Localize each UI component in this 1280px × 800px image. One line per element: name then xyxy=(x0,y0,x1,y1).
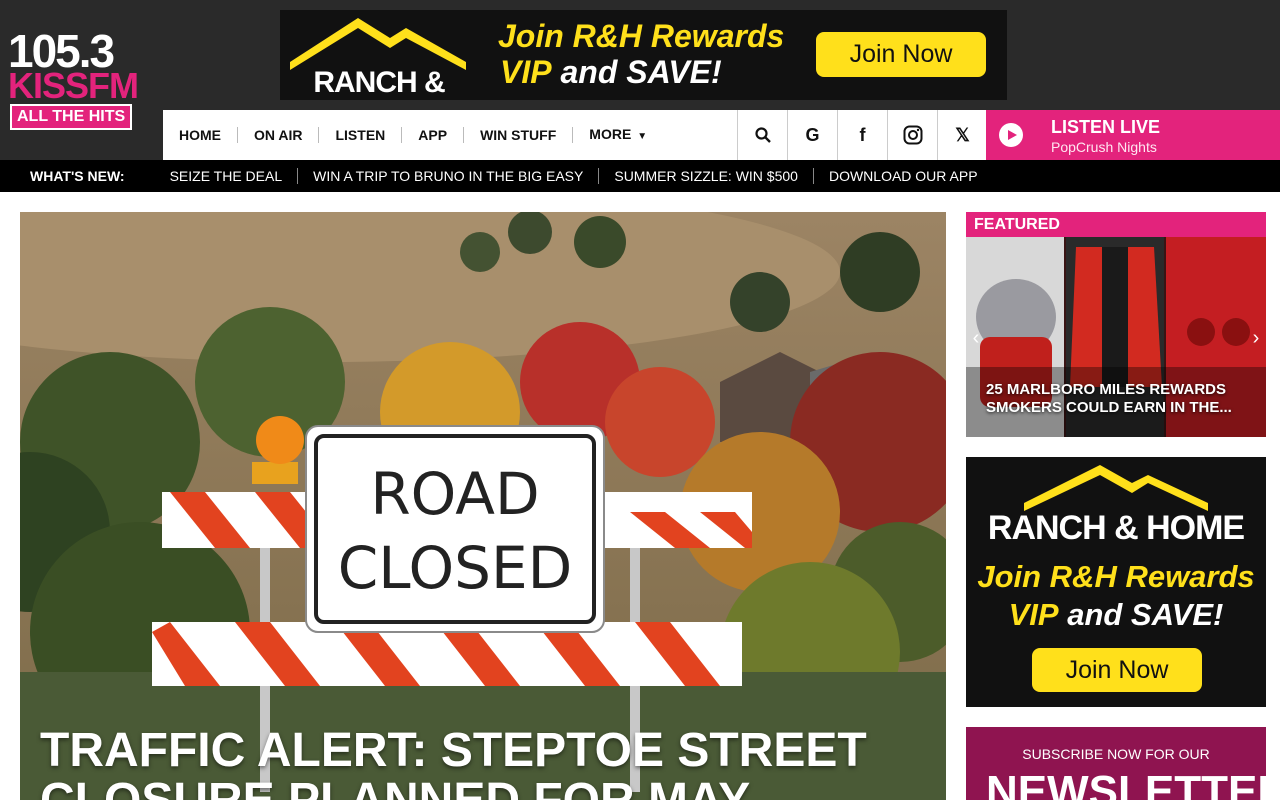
hero-article[interactable]: ROAD CLOSED TRAFFIC ALERT: STEPTOE STREE… xyxy=(20,212,946,800)
ad-subheadline: VIP and SAVE! xyxy=(1008,597,1224,632)
newsletter-subtitle: SUBSCRIBE NOW FOR OUR xyxy=(1022,746,1210,762)
nav-win-stuff[interactable]: WIN STUFF xyxy=(464,127,574,143)
ad-brand-name: RANCH & HOME xyxy=(313,66,445,99)
now-playing-show: PopCrush Nights xyxy=(1051,139,1157,155)
newsletter-title: NEWSLETTER xyxy=(986,767,1266,800)
ad-join-now-button[interactable]: Join Now xyxy=(816,32,986,77)
sidebar-ad[interactable]: RANCH & HOME Join R&H Rewards VIP and SA… xyxy=(966,457,1266,707)
site-header: 105.3 KISSFM ALL THE HITS RANCH & HOME J… xyxy=(0,0,1280,160)
listen-live-label: LISTEN LIVE xyxy=(1051,117,1161,137)
ad-headline: Join R&H Rewards xyxy=(498,18,785,54)
x-icon[interactable]: 𝕏 xyxy=(937,110,987,160)
nav-more[interactable]: MORE ▼ xyxy=(573,126,663,145)
nav-on-air[interactable]: ON AIR xyxy=(238,127,320,143)
whats-new-bar: WHAT'S NEW: SEIZE THE DEAL WIN A TRIP TO… xyxy=(0,160,1280,192)
play-icon xyxy=(999,123,1023,147)
top-banner-ad[interactable]: RANCH & HOME Join R&H Rewards VIP and SA… xyxy=(280,10,1007,100)
featured-carousel: FEATURED ‹ › 25 MARLBORO MILES REWARDS S… xyxy=(966,212,1266,437)
station-logo[interactable]: 105.3 KISSFM ALL THE HITS xyxy=(8,28,158,130)
social-icons: G f 𝕏 xyxy=(737,110,987,160)
nav-more-label: MORE xyxy=(589,125,632,142)
listen-live-button[interactable]: LISTEN LIVE PopCrush Nights xyxy=(986,110,1280,160)
ad-join-now-button[interactable]: Join Now xyxy=(1032,648,1202,692)
featured-slide[interactable]: ‹ › 25 MARLBORO MILES REWARDS SMOKERS CO… xyxy=(966,237,1266,437)
whats-new-label: WHAT'S NEW: xyxy=(30,168,125,184)
google-icon[interactable]: G xyxy=(787,110,837,160)
ad-headline: Join R&H Rewards xyxy=(977,559,1255,594)
sign-text-closed: CLOSED xyxy=(337,534,573,602)
search-icon[interactable] xyxy=(737,110,787,160)
logo-brand: KISSFM xyxy=(8,65,139,106)
carousel-prev-icon[interactable]: ‹ xyxy=(966,323,986,353)
ad-subheadline: VIP and SAVE! xyxy=(500,54,722,90)
logo-tagline: ALL THE HITS xyxy=(10,104,133,130)
instagram-icon[interactable] xyxy=(887,110,937,160)
main-nav: HOME ON AIR LISTEN APP WIN STUFF MORE ▼ xyxy=(163,110,737,160)
whats-new-link[interactable]: WIN A TRIP TO BRUNO IN THE BIG EASY xyxy=(298,168,600,184)
whats-new-link[interactable]: DOWNLOAD OUR APP xyxy=(814,168,993,184)
nav-home[interactable]: HOME xyxy=(179,127,238,143)
newsletter-promo[interactable]: SUBSCRIBE NOW FOR OUR NEWSLETTER xyxy=(966,727,1266,800)
facebook-icon[interactable]: f xyxy=(837,110,887,160)
featured-label: FEATURED xyxy=(966,212,1266,237)
sign-text-road: ROAD xyxy=(370,460,540,528)
chevron-down-icon: ▼ xyxy=(637,130,648,142)
featured-caption[interactable]: 25 MARLBORO MILES REWARDS SMOKERS COULD … xyxy=(986,381,1256,417)
ad-brand-name: RANCH & HOME xyxy=(987,509,1245,547)
hero-headline[interactable]: TRAFFIC ALERT: STEPTOE STREET CLOSURE PL… xyxy=(40,726,940,800)
nav-listen[interactable]: LISTEN xyxy=(319,127,403,143)
whats-new-link[interactable]: SEIZE THE DEAL xyxy=(155,168,299,184)
whats-new-link[interactable]: SUMMER SIZZLE: WIN $500 xyxy=(599,168,814,184)
carousel-next-icon[interactable]: › xyxy=(1246,323,1266,353)
nav-app[interactable]: APP xyxy=(402,127,465,143)
